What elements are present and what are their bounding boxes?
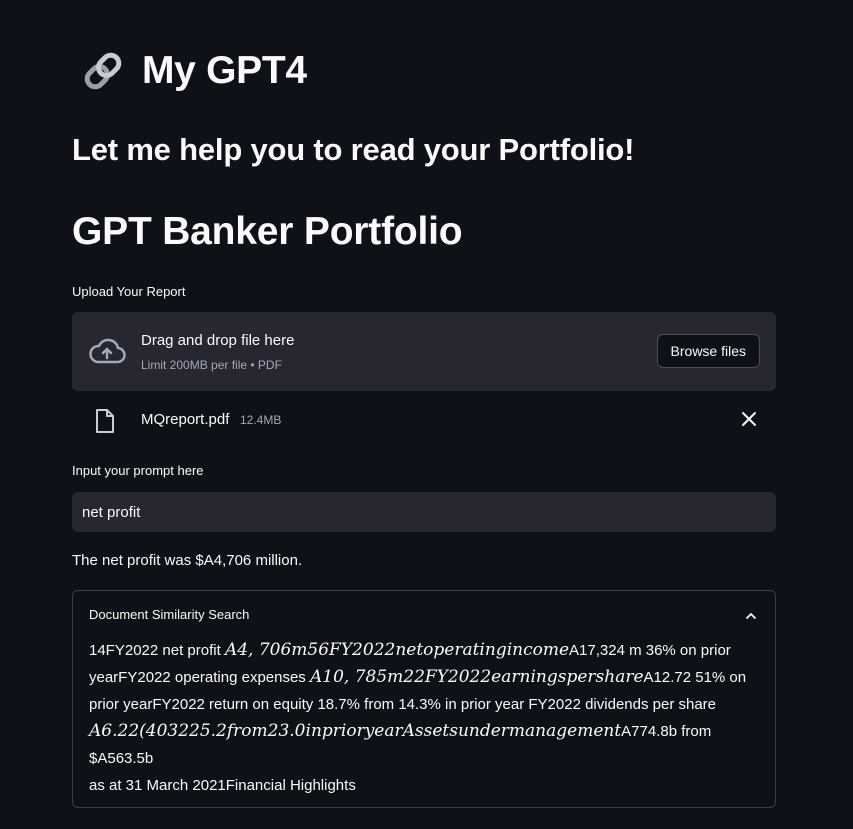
file-size: 12.4MB — [240, 413, 282, 427]
browse-files-button[interactable]: Browse files — [656, 334, 760, 368]
dropzone-instruction: Drag and drop file here — [141, 332, 295, 349]
similarity-line: A6.22(403225.2from23.0inprioryearAssetsu… — [89, 721, 712, 741]
app-page: My GPT4 Let me help you to read your Por… — [0, 0, 853, 829]
expander-title: Document Similarity Search — [89, 607, 250, 622]
section-title: GPT Banker Portfolio — [72, 210, 463, 253]
app-title: My GPT4 — [80, 48, 307, 94]
cloud-upload-icon — [88, 336, 126, 366]
similarity-content: 14FY2022 net profit A4, 706m56FY2022neto… — [89, 637, 761, 799]
similarity-line: yearFY2022 operating expenses A10, 785m2… — [89, 667, 747, 687]
dropzone-limit: Limit 200MB per file • PDF — [141, 358, 282, 372]
subtitle: Let me help you to read your Portfolio! — [72, 132, 635, 167]
prompt-input[interactable] — [72, 492, 776, 532]
similarity-line: 14FY2022 net profit A4, 706m56FY2022neto… — [89, 640, 731, 660]
file-icon — [94, 408, 116, 434]
upload-label: Upload Your Report — [72, 284, 186, 299]
similarity-line: prior yearFY2022 return on equity 18.7% … — [89, 696, 717, 713]
close-icon[interactable] — [740, 410, 758, 428]
similarity-expander: Document Similarity Search 14FY2022 net … — [72, 590, 776, 808]
expander-header[interactable]: Document Similarity Search — [73, 591, 775, 637]
similarity-line: as at 31 March 2021Financial Highlights — [89, 777, 356, 794]
uploaded-file-row: MQreport.pdf 12.4MB — [72, 400, 776, 440]
chevron-up-icon — [745, 608, 757, 619]
app-title-text: My GPT4 — [142, 49, 307, 92]
link-icon — [80, 48, 126, 94]
file-dropzone[interactable]: Drag and drop file here Limit 200MB per … — [72, 312, 776, 391]
answer-text: The net profit was $A4,706 million. — [72, 552, 303, 569]
prompt-label: Input your prompt here — [72, 463, 204, 478]
file-name: MQreport.pdf — [141, 411, 230, 428]
similarity-line: $A563.5b — [89, 750, 154, 767]
